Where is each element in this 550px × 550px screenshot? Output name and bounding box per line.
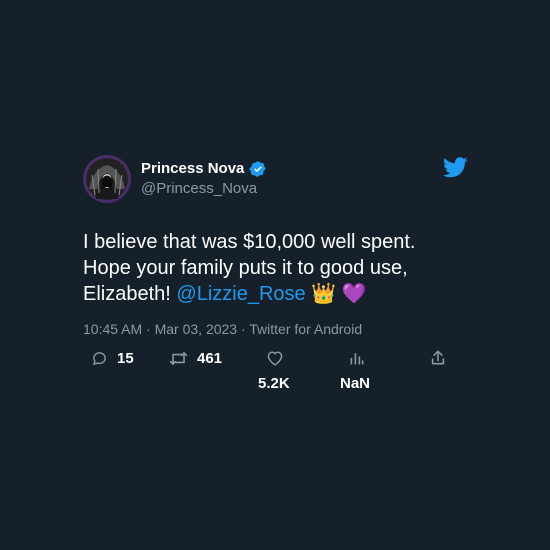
avatar[interactable] [83,155,131,203]
views-icon [349,350,365,366]
reply-icon [91,350,108,367]
user-handle[interactable]: @Princess_Nova [141,180,257,198]
like-count: 5.2K [258,375,290,392]
like-icon [266,350,284,366]
retweet-count: 461 [197,350,223,367]
views-count: NaN [340,375,371,392]
views-button[interactable] [349,350,365,366]
tweet-text: I believe that was $10,000 well spent. H… [83,229,463,307]
mention-link[interactable]: @Lizzie_Rose [176,283,305,305]
tweet-timestamp[interactable]: 10:45 AM · Mar 03, 2023 · Twitter for An… [83,320,362,338]
tweet-card: Princess Nova @Princess_Nova I believe t… [0,0,550,550]
display-name-text: Princess Nova [141,160,245,177]
reply-count: 15 [117,350,134,367]
share-button[interactable] [430,349,446,366]
retweet-icon [169,350,188,367]
like-button[interactable] [266,350,284,366]
share-icon [430,349,446,366]
reply-button[interactable]: 15 [91,350,134,367]
verified-badge-icon [249,160,267,178]
emoji-group: 👑 💜 [311,283,367,305]
retweet-button[interactable]: 461 [169,350,222,367]
display-name[interactable]: Princess Nova [141,160,267,178]
twitter-bird-icon[interactable] [442,157,468,178]
